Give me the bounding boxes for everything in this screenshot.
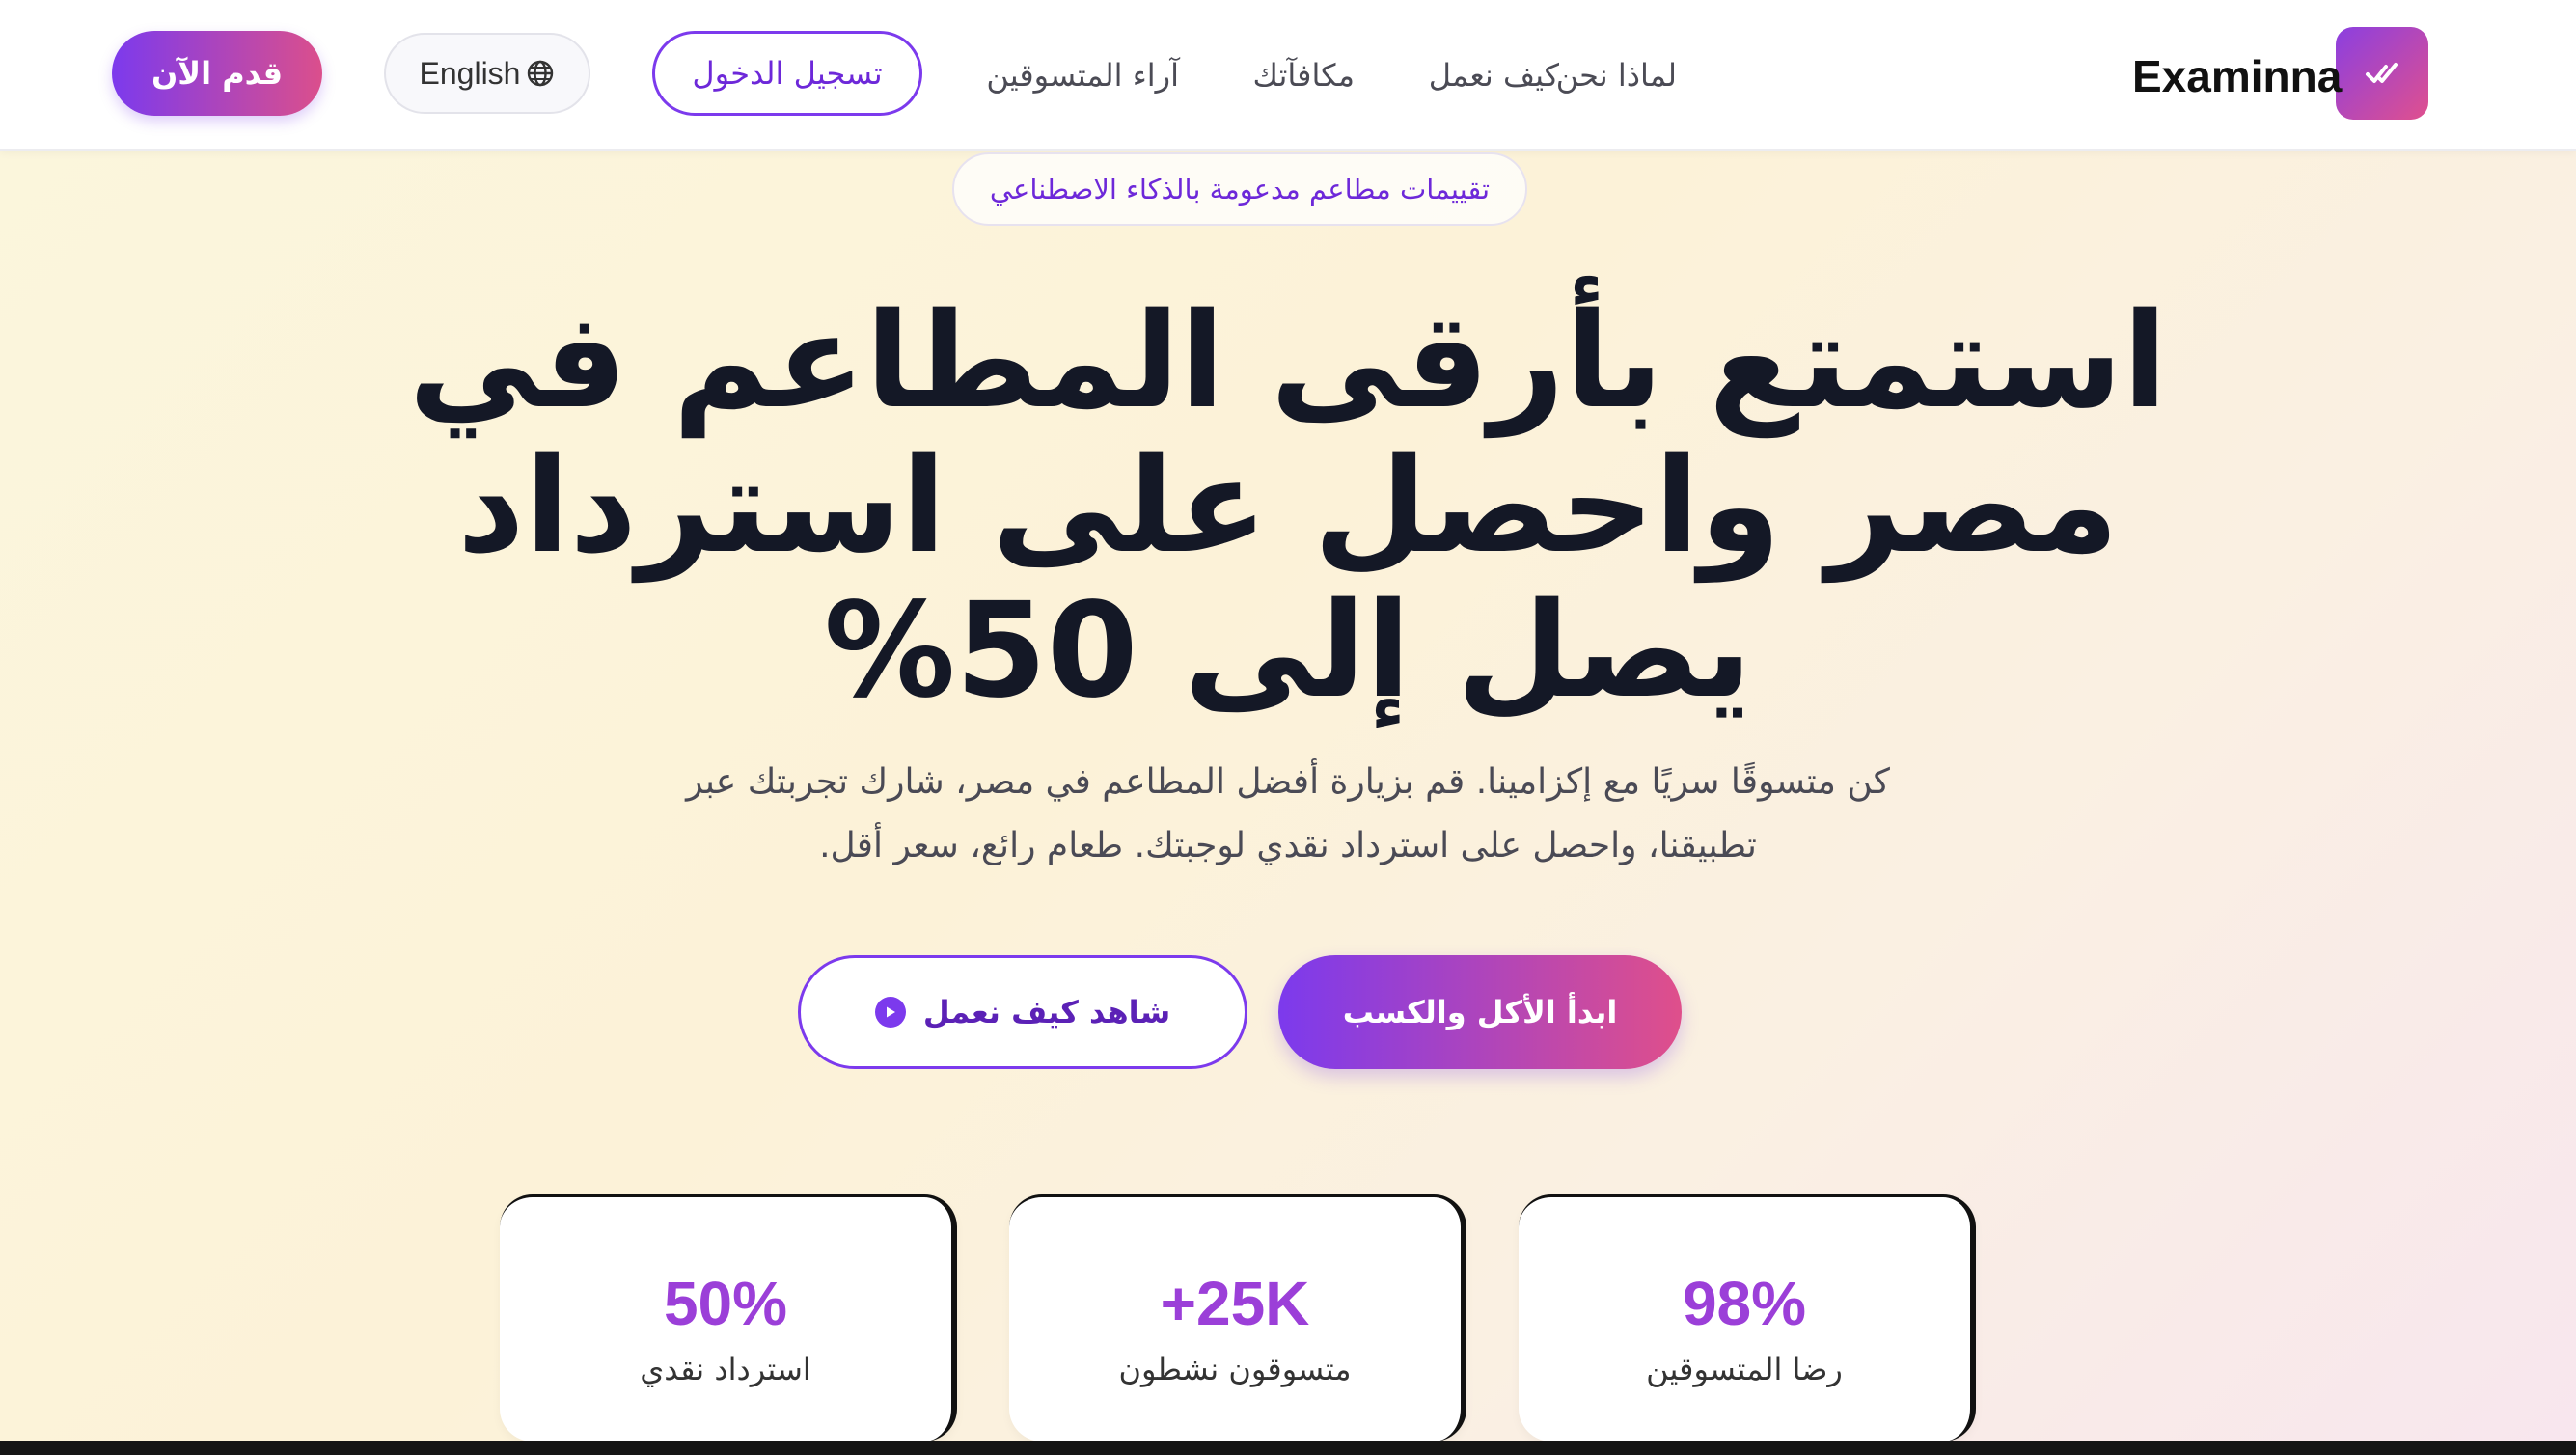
stat-card-active-shoppers: +25K متسوقون نشطون [1009,1194,1466,1441]
bottom-edge-bar [0,1441,2576,1455]
stat-value: +25K [1160,1269,1310,1338]
stat-card-satisfaction: 98% رضا المتسوقين [1519,1194,1976,1441]
hero-title-line: يصل إلى 50% [824,575,1752,728]
login-button-label: تسجيل الدخول [692,55,883,92]
language-switch-button[interactable]: English [384,33,590,114]
cta-primary-label: ابدأ الأكل والكسب [1342,994,1618,1030]
stat-value: 50% [663,1269,788,1338]
nav-link-testimonials[interactable]: آراء المتسوقين [984,46,1179,104]
hero-subtitle-line: كن متسوقًا سريًا مع إكزامينا. قم بزيارة … [686,762,1890,802]
hero-title-line: مصر واحصل على استرداد [456,430,2120,583]
hero-title-line: استمتع بأرقى المطاعم في [408,286,2168,438]
ai-reviews-badge: تقييمات مطاعم مدعومة بالذكاء الاصطناعي [952,152,1527,226]
logo-badge[interactable] [2336,27,2428,120]
play-circle-icon [874,997,906,1028]
double-check-icon [2366,63,2398,83]
hero-title: استمتع بأرقى المطاعم في مصر واحصل على اس… [367,289,2209,724]
globe-icon [528,60,554,87]
stat-label: استرداد نقدي [640,1351,811,1387]
top-navbar: Examinna لماذا نحن كيف نعمل مكافآتك آراء… [0,0,2576,151]
stat-label: متسوقون نشطون [1118,1351,1352,1387]
logo-text[interactable]: Examinna [2132,42,2342,110]
stat-card-cashback: 50% استرداد نقدي [500,1194,957,1441]
login-button[interactable]: تسجيل الدخول [652,31,922,116]
apply-now-label: قدم الآن [151,55,284,92]
badge-text: تقييمات مطاعم مدعومة بالذكاء الاصطناعي [989,173,1491,206]
apply-now-button[interactable]: قدم الآن [112,31,322,116]
stat-value: 98% [1682,1269,1807,1338]
hero-subtitle-line: تطبيقنا، واحصل على استرداد نقدي لوجبتك. … [819,826,1757,865]
nav-link-why-us[interactable]: لماذا نحن [1556,46,1677,104]
start-eating-earning-button[interactable]: ابدأ الأكل والكسب [1278,955,1682,1069]
nav-link-how-it-works[interactable]: كيف نعمل [1414,46,1559,104]
cta-secondary-label: شاهد كيف نعمل [922,994,1171,1030]
nav-link-rewards[interactable]: مكافآتك [1239,46,1355,104]
language-label: English [419,55,521,91]
hero-subtitle: كن متسوقًا سريًا مع إكزامينا. قم بزيارة … [540,751,2036,878]
stat-label: رضا المتسوقين [1646,1351,1843,1387]
watch-how-it-works-button[interactable]: شاهد كيف نعمل [798,955,1247,1069]
